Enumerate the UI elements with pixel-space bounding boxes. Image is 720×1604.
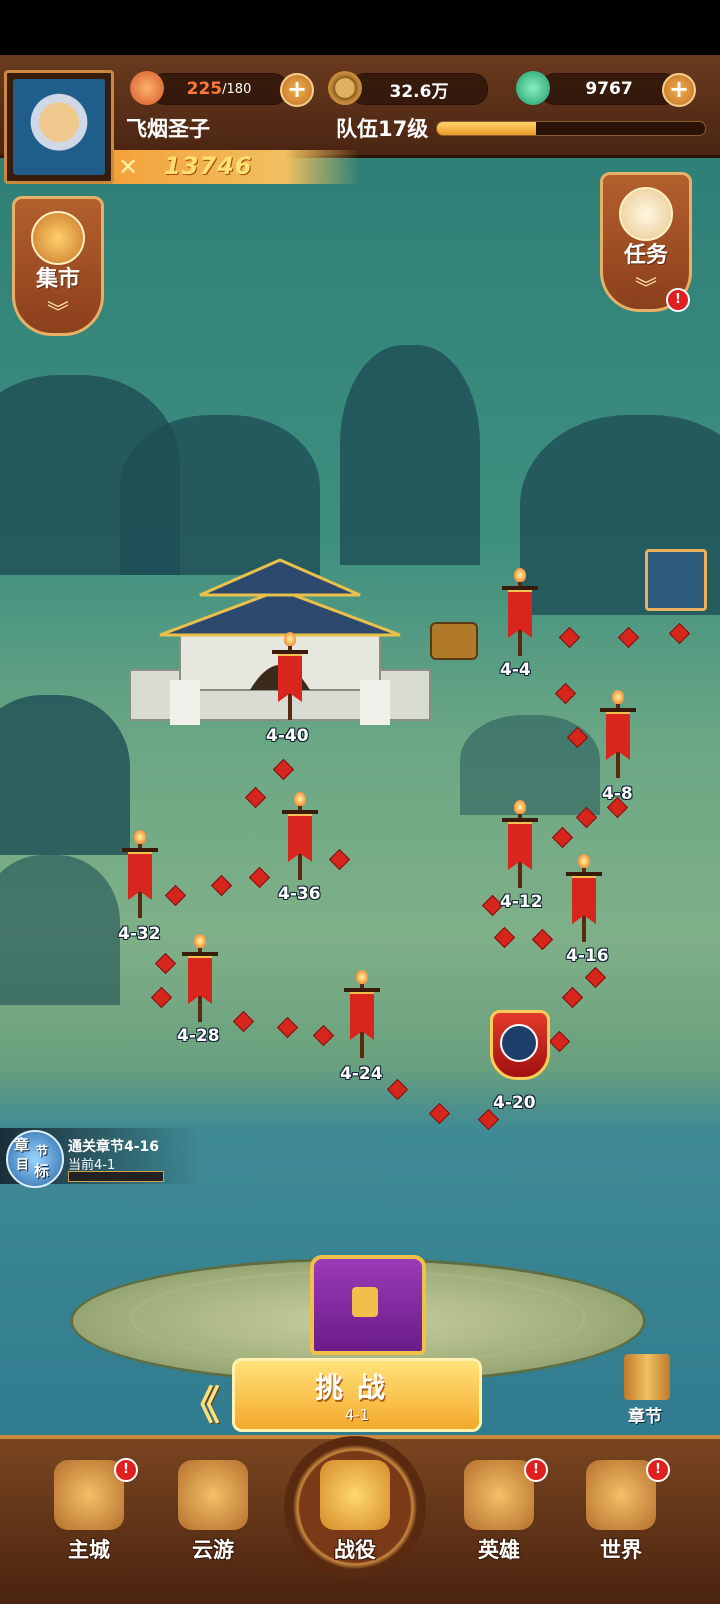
stage-label: 4-32 — [118, 924, 161, 944]
stage-label: 4-4 — [500, 660, 531, 680]
nav-main-city[interactable]: ! 主城 — [34, 1450, 144, 1590]
chapters-label: 章节 — [628, 1407, 662, 1427]
reward-chest-icon[interactable] — [310, 1255, 426, 1355]
chapter-goal-title: 通关章节4-16 — [68, 1139, 160, 1155]
team-exp-fill — [437, 122, 537, 135]
stage-label: 4-40 — [266, 726, 309, 746]
book-icon — [624, 1354, 670, 1400]
stage-label: 4-8 — [602, 784, 633, 804]
chapters-button[interactable]: 章节 — [618, 1354, 678, 1427]
stage-flag-4-40[interactable] — [272, 632, 308, 720]
copper-counter: 32.6万 — [350, 73, 488, 105]
team-level: 队伍17级 — [336, 117, 429, 141]
tasks-label: 任务 — [623, 243, 668, 268]
stage-flag-4-32[interactable] — [122, 830, 158, 918]
challenge-stage: 4-1 — [344, 1406, 370, 1424]
combat-power-value: 13746 — [164, 152, 253, 180]
alert-badge: ! — [524, 1458, 548, 1482]
chapter-goal-progress — [68, 1171, 164, 1182]
challenge-button[interactable]: 挑战 4-1 — [232, 1358, 482, 1432]
stage-flag-4-36[interactable] — [282, 792, 318, 880]
jade-icon — [516, 71, 550, 105]
team-exp-bar — [436, 121, 706, 136]
stage-flag-4-16[interactable] — [566, 854, 602, 942]
stage-label: 4-16 — [566, 946, 609, 966]
stamina-counter: 225/180 — [150, 73, 288, 105]
stage-flag-4-28[interactable] — [182, 934, 218, 1022]
crossed-swords-icon: ✕ — [118, 153, 139, 181]
jade-counter: 9767 — [540, 73, 678, 105]
hero-position-avatar — [645, 549, 707, 611]
stage-label: 4-36 — [278, 884, 321, 904]
market-button[interactable]: 集市 ︾ — [12, 196, 104, 336]
stage-label: 4-20 — [493, 1093, 536, 1113]
scroll-icon — [619, 187, 673, 241]
add-jade-button[interactable]: + — [662, 73, 696, 107]
nav-travel[interactable]: 云游 — [158, 1450, 268, 1590]
scroll-icon — [500, 1024, 538, 1062]
chevron-down-icon: ︾ — [46, 301, 69, 326]
nav-label: 云游 — [192, 1538, 234, 1562]
stage-label: 4-28 — [177, 1026, 220, 1046]
gourd-icon — [178, 1460, 248, 1530]
stage-flag-4-12[interactable] — [502, 800, 538, 888]
nav-label: 世界 — [600, 1538, 642, 1562]
stage-flag-4-8[interactable] — [600, 690, 636, 778]
stage-label: 4-12 — [500, 892, 543, 912]
status-bar — [0, 0, 720, 55]
nav-heroes[interactable]: ! 英雄 — [444, 1450, 554, 1590]
crossed-swords-icon — [320, 1460, 390, 1530]
tasks-alert-badge: ! — [666, 288, 690, 312]
current-stage-node[interactable] — [490, 1010, 550, 1082]
previous-arrow-icon[interactable]: 《 — [180, 1373, 220, 1431]
stage-flag-4-24[interactable] — [344, 970, 380, 1058]
alert-badge: ! — [114, 1458, 138, 1482]
alert-badge: ! — [646, 1458, 670, 1482]
coin-icon — [328, 71, 362, 105]
nav-label: 主城 — [68, 1538, 110, 1562]
add-stamina-button[interactable]: + — [280, 73, 314, 107]
stage-label: 4-24 — [340, 1064, 383, 1084]
player-avatar[interactable] — [4, 70, 114, 184]
challenge-label: 挑战 — [314, 1371, 399, 1404]
meat-icon — [130, 71, 164, 105]
player-name: 飞烟圣子 — [126, 117, 210, 141]
stage-flag-4-4[interactable] — [502, 568, 538, 656]
nav-label: 战役 — [334, 1538, 376, 1562]
nav-label: 英雄 — [478, 1538, 520, 1562]
nav-world[interactable]: ! 世界 — [566, 1450, 676, 1590]
market-label: 集市 — [35, 267, 80, 292]
coin-emblem-icon — [31, 211, 85, 265]
chevron-down-icon: ︾ — [634, 277, 657, 302]
chapter-goal-icon: 章 节 目 标 — [6, 1130, 64, 1188]
nav-campaign[interactable]: 战役 — [284, 1436, 426, 1590]
treasure-chest-icon[interactable] — [430, 622, 478, 660]
